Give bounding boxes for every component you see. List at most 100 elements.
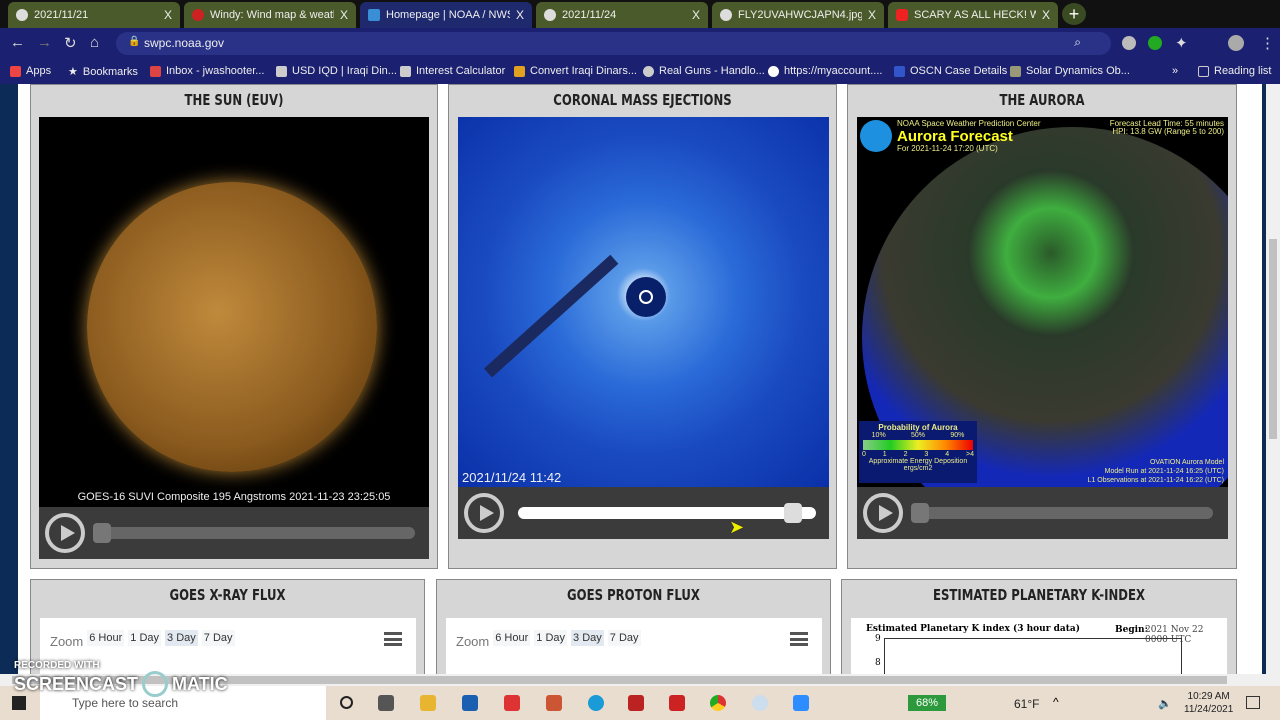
bookmark-oscn[interactable]: OSCN Case Details: [894, 65, 1007, 77]
range-6-hour[interactable]: 6 Hour: [493, 630, 531, 646]
app-icon[interactable]: [546, 695, 562, 711]
cortana-icon[interactable]: [340, 696, 353, 709]
reload-icon[interactable]: ↻: [64, 34, 77, 52]
zoom-magnifier-icon[interactable]: ⌕: [1074, 35, 1081, 50]
timeline-slider[interactable]: [93, 527, 415, 539]
slider-thumb[interactable]: [784, 503, 802, 523]
bookmark-real-guns[interactable]: Real Guns - Handlo...: [643, 65, 765, 77]
extension-check-icon[interactable]: [1148, 36, 1162, 50]
close-tab-icon[interactable]: X: [516, 8, 524, 22]
scrollbar-thumb[interactable]: [1269, 239, 1277, 439]
new-tab-button[interactable]: +: [1062, 3, 1086, 25]
bookmark-bookmarks[interactable]: ★ Bookmarks: [68, 65, 138, 79]
extension-w-icon[interactable]: [1122, 36, 1136, 50]
panel-title: ESTIMATED PLANETARY K-INDEX: [933, 586, 1145, 604]
bookmark-interest-calculator[interactable]: Interest Calculator: [400, 65, 505, 77]
panel-title: THE SUN (EUV): [184, 91, 284, 109]
close-tab-icon[interactable]: X: [692, 8, 700, 22]
model-info: OVATION Aurora Model Model Run at 2021-1…: [1088, 458, 1224, 485]
legend-pct: 90%: [950, 432, 965, 439]
play-button[interactable]: [464, 493, 504, 533]
slider-thumb[interactable]: [93, 523, 111, 543]
range-1-day[interactable]: 1 Day: [534, 630, 568, 646]
range-1-day[interactable]: 1 Day: [128, 630, 162, 646]
profile-avatar[interactable]: [1228, 35, 1244, 51]
reading-list-button[interactable]: Reading list: [1198, 65, 1271, 77]
timeline-slider[interactable]: [518, 507, 816, 519]
close-tab-icon[interactable]: X: [164, 8, 172, 22]
slider-thumb[interactable]: [911, 503, 929, 523]
zoom-app-icon[interactable]: [793, 695, 809, 711]
play-button[interactable]: [45, 513, 85, 553]
close-tab-icon[interactable]: X: [1042, 8, 1050, 22]
bookmark-convert-iraqi-dinars[interactable]: Convert Iraqi Dinars...: [514, 65, 637, 77]
access-icon[interactable]: [628, 695, 644, 711]
globe-icon: [643, 65, 654, 77]
range-6-hour[interactable]: 6 Hour: [87, 630, 125, 646]
home-icon[interactable]: ⌂: [90, 34, 99, 51]
battery-meter[interactable]: 68%: [908, 695, 946, 711]
menu-kebab-icon[interactable]: ⋮: [1260, 34, 1275, 52]
bookmark-solar-dynamics[interactable]: Solar Dynamics Ob...: [1010, 65, 1130, 77]
screencast-icon[interactable]: [752, 695, 768, 711]
range-7-day[interactable]: 7 Day: [607, 630, 641, 646]
close-tab-icon[interactable]: X: [868, 8, 876, 22]
address-bar[interactable]: 🔒 swpc.noaa.gov ⌕: [116, 32, 1111, 55]
bookmark-apps[interactable]: Apps: [10, 65, 51, 77]
proton-chart: Zoom 6 Hour 1 Day 3 Day 7 Day: [446, 618, 822, 674]
vertical-scrollbar[interactable]: [1266, 84, 1280, 674]
panel-proton-flux: GOES PROTON FLUX Zoom 6 Hour 1 Day 3 Day 7 D…: [436, 579, 831, 674]
bookmark-inbox[interactable]: Inbox - jwashooter...: [150, 65, 264, 77]
coronagraph-image[interactable]: 2021/11/24 11:42: [458, 117, 829, 487]
legend-tick: 4: [945, 451, 950, 458]
tab-jpg[interactable]: FLY2UVAHWCJAPN4.jpg (2X: [712, 2, 884, 28]
clock[interactable]: 10:29 AM 11/24/2021: [1184, 690, 1233, 716]
k-index-chart: Estimated Planetary K index (3 hour data…: [851, 618, 1227, 674]
range-selector: Zoom 6 Hour 1 Day 3 Day 7 Day: [456, 630, 641, 649]
chart-menu-icon[interactable]: [790, 632, 808, 646]
weather-widget[interactable]: 61°F: [1014, 697, 1039, 711]
timeline-slider[interactable]: [911, 507, 1213, 519]
notifications-icon[interactable]: [1246, 696, 1260, 709]
app-icon[interactable]: [504, 695, 520, 711]
chart-menu-icon[interactable]: [384, 632, 402, 646]
panel-title: THE AURORA: [999, 91, 1085, 109]
bookmarks-bar: Apps ★ Bookmarks Inbox - jwashooter... US…: [0, 58, 1280, 84]
begin-label: Begin:: [1115, 625, 1148, 635]
play-button[interactable]: [863, 493, 903, 533]
youtube-icon: [896, 9, 908, 21]
aurora-forecast-image[interactable]: NOAA Space Weather Prediction Center Aur…: [857, 117, 1228, 487]
mouse-cursor-icon: ➤: [729, 517, 745, 537]
bookmark-myaccount[interactable]: https://myaccount....: [768, 65, 882, 77]
range-7-day[interactable]: 7 Day: [201, 630, 235, 646]
tab-youtube[interactable]: SCARY AS ALL HECK! WILLX: [888, 2, 1058, 28]
windows-start-icon[interactable]: [12, 696, 26, 710]
close-tab-icon[interactable]: X: [340, 8, 348, 22]
extensions-puzzle-icon[interactable]: ✦: [1175, 34, 1188, 52]
sun-euv-image[interactable]: GOES-16 SUVI Composite 195 Angstroms 202…: [39, 117, 429, 507]
file-explorer-icon[interactable]: [420, 695, 436, 711]
volume-icon[interactable]: 🔈: [1158, 697, 1172, 710]
edge-icon[interactable]: [588, 695, 604, 711]
store-icon[interactable]: [462, 695, 478, 711]
more-bookmarks-button[interactable]: »: [1172, 65, 1178, 77]
legend-tick: 1: [882, 451, 887, 458]
animation-controls: [39, 507, 429, 559]
forward-icon[interactable]: →: [37, 34, 52, 51]
bookmark-usd-iqd[interactable]: USD IQD | Iraqi Din...: [276, 65, 397, 77]
back-icon[interactable]: ←: [10, 34, 25, 51]
tab-windy[interactable]: Windy: Wind map & weath X: [184, 2, 356, 28]
range-3-day[interactable]: 3 Day: [571, 630, 604, 646]
tab-noaa[interactable]: Homepage | NOAA / NWS X: [360, 2, 532, 28]
chrome-icon[interactable]: [710, 695, 726, 711]
zoom-label: Zoom: [50, 634, 84, 649]
tab-2021-11-21[interactable]: 2021/11/21 X: [8, 2, 180, 28]
legend-tick: >4: [965, 451, 974, 458]
tab-2021-11-24[interactable]: 2021/11/24 X: [536, 2, 708, 28]
app-icon[interactable]: [669, 695, 685, 711]
gmail-icon: [150, 65, 161, 77]
range-3-day[interactable]: 3 Day: [165, 630, 198, 646]
panel-k-index: ESTIMATED PLANETARY K-INDEX Estimated Pl…: [841, 579, 1237, 674]
task-view-icon[interactable]: [378, 695, 394, 711]
tray-chevron-icon[interactable]: ^: [1053, 695, 1059, 709]
